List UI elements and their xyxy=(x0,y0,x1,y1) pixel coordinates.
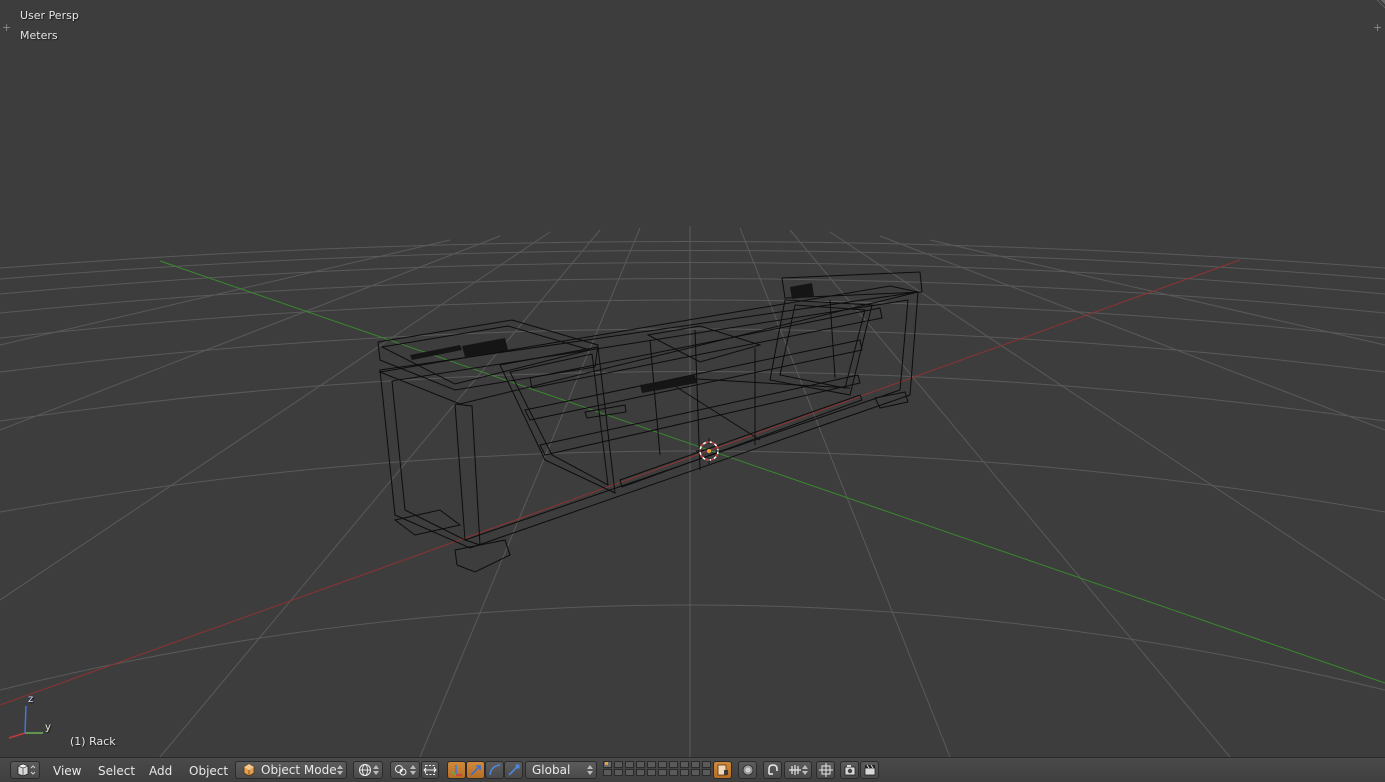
pivot-point-icon xyxy=(395,765,407,776)
layer-button[interactable] xyxy=(658,769,667,776)
transform-orientation-dropdown[interactable]: Global xyxy=(525,761,597,779)
manipulator-toggle-button[interactable] xyxy=(447,761,466,779)
proportional-edit-button[interactable] xyxy=(738,761,757,779)
dropdown-arrows-icon xyxy=(802,765,808,775)
gizmo-y-label: y xyxy=(45,722,51,733)
rotate-arc-icon xyxy=(488,764,500,776)
snap-toggle-button[interactable] xyxy=(763,761,782,779)
floor-grid xyxy=(0,226,1385,757)
toolshelf-expand-icon[interactable]: + xyxy=(2,22,11,33)
add-menu[interactable]: Add xyxy=(147,762,174,779)
3d-view-cube-icon xyxy=(17,763,36,777)
orientation-label: Global xyxy=(532,763,571,777)
layer-button[interactable] xyxy=(636,761,645,768)
snap-target-icon xyxy=(818,763,833,777)
lock-layers-button[interactable] xyxy=(713,761,732,779)
3d-view-header: View Select Add Object Object Mode Globa… xyxy=(0,757,1385,782)
layer-button[interactable] xyxy=(680,769,689,776)
dropdown-arrows-icon xyxy=(410,765,416,775)
layer-button[interactable] xyxy=(636,769,645,776)
scale-icon xyxy=(507,764,519,776)
mode-dropdown[interactable]: Object Mode xyxy=(235,761,347,779)
wireframe-sphere-icon xyxy=(359,764,371,776)
axis-gizmo xyxy=(8,705,43,739)
dropdown-arrows-icon xyxy=(587,765,593,775)
object-menu[interactable]: Object xyxy=(187,762,230,779)
area-corner-icon[interactable] xyxy=(1373,0,1385,12)
layer-button[interactable] xyxy=(658,761,667,768)
layer-button[interactable] xyxy=(625,769,634,776)
pivot-point-dropdown[interactable] xyxy=(390,761,420,779)
layer-group-left[interactable] xyxy=(603,761,657,776)
layer-button[interactable] xyxy=(702,761,711,768)
layer-button[interactable] xyxy=(691,761,700,768)
object-cube-icon xyxy=(243,763,255,777)
active-object-label: (1) Rack xyxy=(70,735,116,748)
select-menu[interactable]: Select xyxy=(96,762,137,779)
view-name-label: User Persp xyxy=(20,9,79,22)
translate-manipulator-button[interactable] xyxy=(466,761,485,779)
properties-expand-icon[interactable]: + xyxy=(1373,22,1382,33)
layer-button[interactable] xyxy=(702,769,711,776)
object-origin-icon xyxy=(707,449,711,453)
align-pivot-button[interactable] xyxy=(421,761,439,779)
render-still-button[interactable] xyxy=(840,761,859,779)
rotate-manipulator-button[interactable] xyxy=(485,761,504,779)
3d-viewport[interactable]: User Persp Meters (1) Rack z y + + xyxy=(0,0,1385,757)
snap-element-icon xyxy=(789,765,801,775)
x-axis-line xyxy=(0,259,1241,706)
layer-button[interactable] xyxy=(691,769,700,776)
y-axis-line xyxy=(159,260,1385,684)
units-label: Meters xyxy=(20,29,58,42)
viewport-shading-dropdown[interactable] xyxy=(353,761,383,779)
layer-button[interactable] xyxy=(647,769,656,776)
layer-active-dot-icon xyxy=(605,762,608,765)
render-animation-icon xyxy=(864,764,875,776)
scale-manipulator-button[interactable] xyxy=(504,761,523,779)
manipulator-toggle-icon xyxy=(451,765,462,776)
rack-wireframe[interactable] xyxy=(377,271,923,573)
snap-magnet-icon xyxy=(767,764,778,775)
snap-element-dropdown[interactable] xyxy=(784,761,812,779)
align-arrows-icon xyxy=(423,765,437,775)
lock-layers-icon xyxy=(717,764,728,776)
layer-button[interactable] xyxy=(669,761,678,768)
layer-button[interactable] xyxy=(603,761,612,768)
dropdown-arrows-icon xyxy=(337,765,343,775)
layer-button[interactable] xyxy=(614,761,623,768)
layer-button[interactable] xyxy=(647,761,656,768)
scene-canvas[interactable] xyxy=(0,0,1385,757)
layer-button[interactable] xyxy=(669,769,678,776)
view-menu[interactable]: View xyxy=(51,762,83,779)
layer-button[interactable] xyxy=(680,761,689,768)
layer-button[interactable] xyxy=(603,769,612,776)
layer-button[interactable] xyxy=(614,769,623,776)
render-still-icon xyxy=(844,765,855,776)
editor-type-button[interactable] xyxy=(10,761,40,779)
proportional-edit-icon xyxy=(742,764,753,776)
render-animation-button[interactable] xyxy=(860,761,879,779)
layer-group-right[interactable] xyxy=(658,761,712,776)
dropdown-arrows-icon xyxy=(373,765,379,775)
layer-button[interactable] xyxy=(625,761,634,768)
snap-target-button[interactable] xyxy=(816,761,835,779)
gizmo-z-label: z xyxy=(28,694,34,705)
translate-arrow-icon xyxy=(469,765,481,776)
mode-label: Object Mode xyxy=(261,763,337,777)
